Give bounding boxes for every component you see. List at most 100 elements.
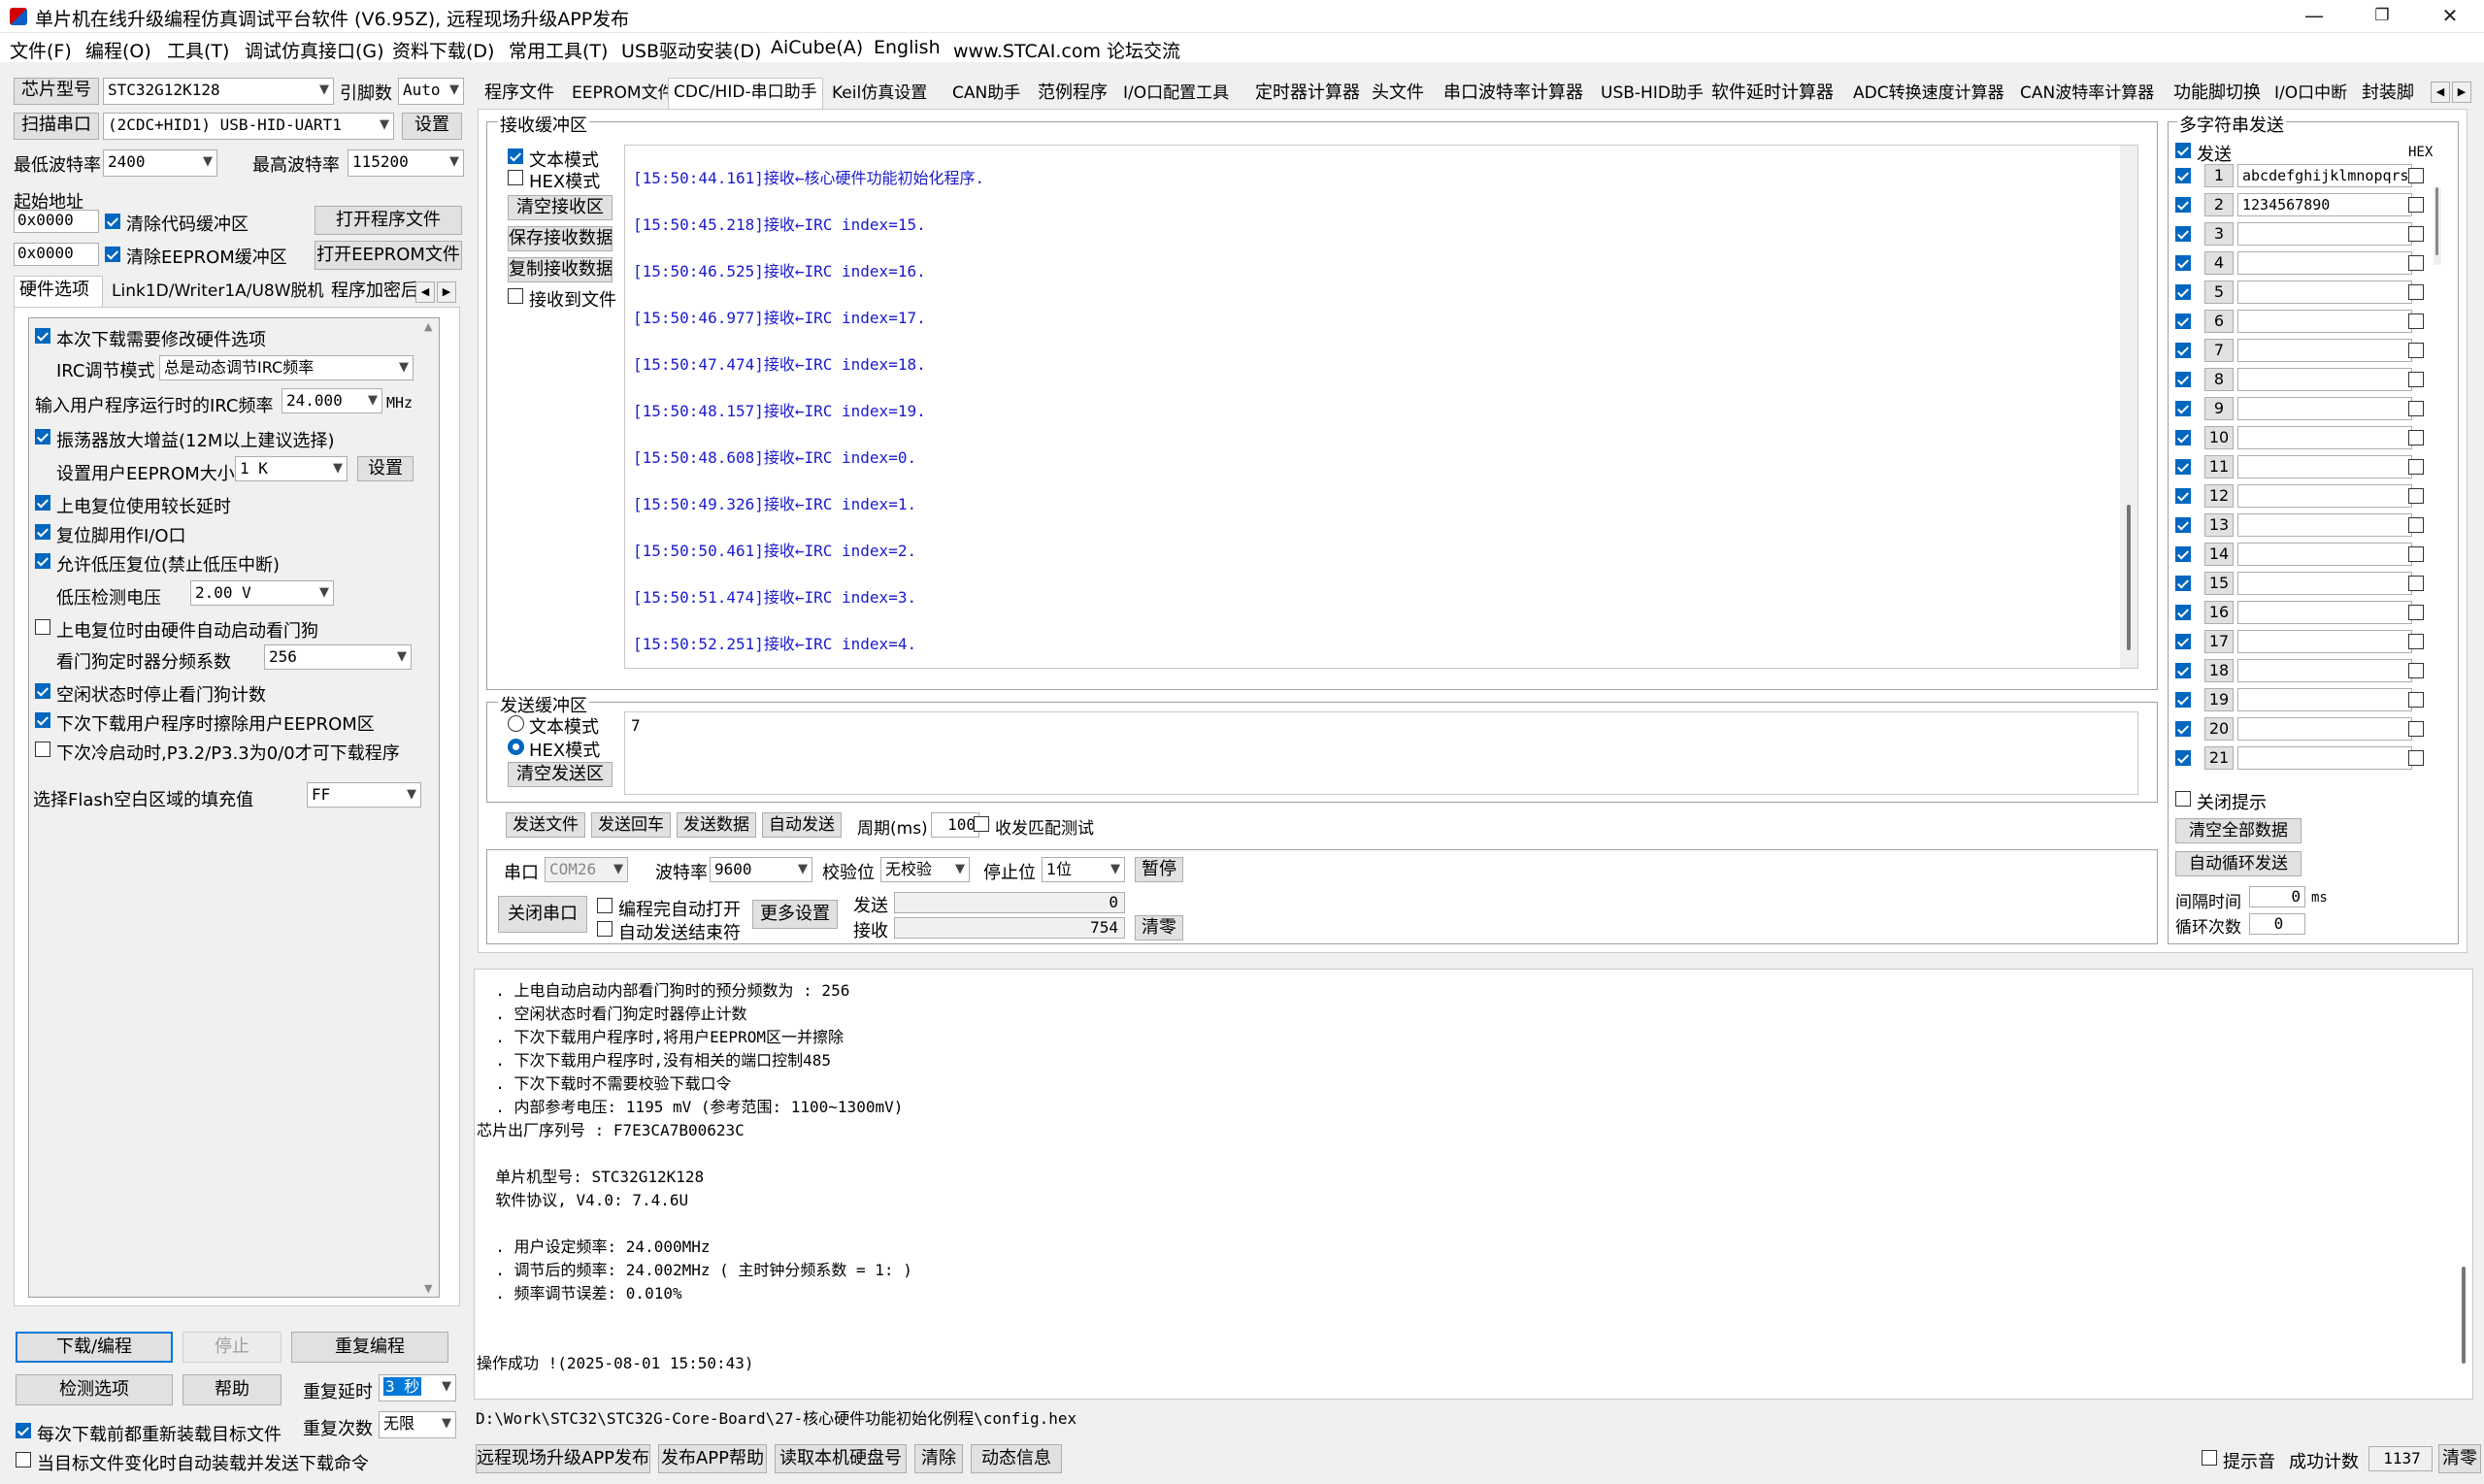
- multi-row-number-button[interactable]: 4: [2204, 251, 2234, 275]
- irc-mode-select[interactable]: 总是动态调节IRC频率 ▼: [159, 355, 414, 380]
- menu-english[interactable]: English: [874, 37, 941, 58]
- tab-scroll-right-icon[interactable]: ▶: [437, 281, 456, 303]
- stop-bits-select[interactable]: 1位 ▼: [1042, 857, 1125, 882]
- remote-upgrade-button[interactable]: 远程现场升级APP发布: [476, 1444, 650, 1473]
- port-settings-button[interactable]: 设置: [402, 113, 462, 140]
- check-options-button[interactable]: 检测选项: [16, 1374, 173, 1405]
- multi-row-hex-checkbox[interactable]: [2408, 255, 2424, 271]
- multi-row-hex-checkbox[interactable]: [2408, 313, 2424, 329]
- multi-row-hex-checkbox[interactable]: [2408, 576, 2424, 591]
- eeprom-start-address-input[interactable]: 0x0000: [14, 243, 99, 266]
- close-tip-checkbox[interactable]: [2175, 791, 2191, 807]
- multi-scrollbar[interactable]: [2434, 187, 2441, 265]
- multi-row-send-checkbox[interactable]: [2175, 546, 2191, 562]
- reset-pin-io-checkbox[interactable]: [35, 524, 50, 540]
- multi-row-input[interactable]: [2237, 280, 2412, 304]
- multi-row-input[interactable]: [2237, 572, 2412, 595]
- loop-count-input[interactable]: 0: [2249, 913, 2305, 935]
- low-voltage-reset-checkbox[interactable]: [35, 553, 50, 569]
- send-hex-mode-radio[interactable]: [508, 739, 524, 755]
- send-textarea[interactable]: 7: [624, 711, 2138, 795]
- multi-row-input[interactable]: [2237, 251, 2412, 275]
- multi-row-hex-checkbox[interactable]: [2408, 430, 2424, 445]
- multi-row-send-checkbox[interactable]: [2175, 721, 2191, 737]
- tab-eeprom-file[interactable]: EEPROM文件: [567, 80, 679, 109]
- multi-row-hex-checkbox[interactable]: [2408, 226, 2424, 242]
- auto-load-on-change-checkbox[interactable]: [16, 1452, 31, 1468]
- dynamic-info-button[interactable]: 动态信息: [971, 1444, 1062, 1473]
- multi-row-hex-checkbox[interactable]: [2408, 663, 2424, 678]
- multi-row-input[interactable]: 1234567890: [2237, 193, 2412, 216]
- port-select[interactable]: (2CDC+HID1) USB-HID-UART1 ▼: [103, 113, 394, 140]
- tab-header-file[interactable]: 头文件: [1367, 80, 1429, 109]
- multi-row-input[interactable]: [2237, 426, 2412, 449]
- menu-file[interactable]: 文件(F): [10, 37, 72, 63]
- receive-scroll-thumb[interactable]: [2127, 505, 2131, 650]
- multi-row-number-button[interactable]: 5: [2204, 280, 2234, 304]
- multi-row-send-checkbox[interactable]: [2175, 226, 2191, 242]
- multi-row-input[interactable]: [2237, 310, 2412, 333]
- tab-package-pins[interactable]: 封装脚: [2357, 80, 2423, 109]
- multi-row-send-checkbox[interactable]: [2175, 488, 2191, 504]
- erase-eeprom-checkbox[interactable]: [35, 712, 50, 728]
- tab-scroll-left-icon[interactable]: ◀: [2431, 82, 2450, 103]
- multi-row-input[interactable]: [2237, 601, 2412, 624]
- multi-row-input[interactable]: [2237, 339, 2412, 362]
- multi-row-hex-checkbox[interactable]: [2408, 546, 2424, 562]
- multi-row-number-button[interactable]: 17: [2204, 630, 2234, 653]
- scroll-up-icon[interactable]: ▲: [424, 320, 432, 333]
- repeat-delay-select[interactable]: 3 秒 ▼: [379, 1374, 456, 1402]
- multi-row-hex-checkbox[interactable]: [2408, 634, 2424, 649]
- tab-cdc-hid-serial[interactable]: CDC/HID-串口助手: [668, 78, 823, 109]
- read-disk-id-button[interactable]: 读取本机硬盘号: [775, 1444, 907, 1473]
- multi-row-number-button[interactable]: 9: [2204, 397, 2234, 420]
- multi-row-input[interactable]: [2237, 455, 2412, 478]
- multi-row-hex-checkbox[interactable]: [2408, 284, 2424, 300]
- hw-options-scrollbar[interactable]: ▲ ▼: [421, 318, 439, 1297]
- open-program-file-button[interactable]: 打开程序文件: [315, 206, 462, 235]
- min-baud-select[interactable]: 2400 ▼: [103, 149, 217, 177]
- multi-row-number-button[interactable]: 13: [2204, 513, 2234, 537]
- multi-scroll-thumb[interactable]: [2435, 187, 2438, 255]
- multi-row-number-button[interactable]: 18: [2204, 659, 2234, 682]
- tab-program-file[interactable]: 程序文件: [480, 80, 559, 109]
- recv-text-mode-checkbox[interactable]: [508, 148, 523, 164]
- wdt-auto-start-checkbox[interactable]: [35, 619, 50, 635]
- send-text-mode-radio[interactable]: [508, 715, 524, 732]
- multi-row-hex-checkbox[interactable]: [2408, 459, 2424, 475]
- auto-end-checkbox[interactable]: [597, 921, 613, 937]
- tab-scroll-right-icon[interactable]: ▶: [2452, 82, 2471, 103]
- multi-row-send-checkbox[interactable]: [2175, 634, 2191, 649]
- multi-row-input[interactable]: [2237, 630, 2412, 653]
- multi-row-number-button[interactable]: 1: [2204, 164, 2234, 187]
- multi-row-send-checkbox[interactable]: [2175, 401, 2191, 416]
- auto-send-button[interactable]: 自动发送: [762, 812, 842, 838]
- osc-gain-checkbox[interactable]: [35, 429, 50, 445]
- copy-receive-button[interactable]: 复制接收数据: [508, 257, 613, 282]
- menu-usb-driver[interactable]: USB驱动安装(D): [621, 37, 761, 63]
- menu-tools[interactable]: 工具(T): [167, 37, 229, 63]
- repeat-program-button[interactable]: 重复编程: [291, 1332, 448, 1363]
- scroll-down-icon[interactable]: ▼: [424, 1282, 432, 1295]
- clear-receive-button[interactable]: 清空接收区: [508, 195, 613, 220]
- clear-counters-button[interactable]: 清零: [1135, 915, 1183, 940]
- tab-offline-writer[interactable]: Link1D/Writer1A/U8W脱机: [107, 278, 334, 307]
- menu-program[interactable]: 编程(O): [85, 37, 151, 63]
- log-scroll-thumb[interactable]: [2462, 1267, 2466, 1364]
- beep-checkbox[interactable]: [2202, 1450, 2217, 1466]
- multi-row-send-checkbox[interactable]: [2175, 430, 2191, 445]
- tab-examples[interactable]: 范例程序: [1033, 80, 1112, 109]
- multi-row-number-button[interactable]: 21: [2204, 746, 2234, 770]
- pause-button[interactable]: 暂停: [1135, 857, 1183, 882]
- flash-fill-select[interactable]: FF ▼: [307, 782, 421, 808]
- clear-code-buffer-checkbox[interactable]: [105, 214, 120, 229]
- multi-row-number-button[interactable]: 19: [2204, 688, 2234, 711]
- reload-before-download-checkbox[interactable]: [16, 1423, 31, 1438]
- multi-row-send-checkbox[interactable]: [2175, 372, 2191, 387]
- log-scrollbar[interactable]: [2455, 970, 2472, 1399]
- receive-to-file-checkbox[interactable]: [508, 288, 523, 304]
- serial-port-select[interactable]: COM26 ▼: [545, 857, 628, 882]
- multi-row-input[interactable]: [2237, 397, 2412, 420]
- send-file-button[interactable]: 发送文件: [506, 812, 585, 838]
- tab-can-helper[interactable]: CAN助手: [947, 80, 1025, 109]
